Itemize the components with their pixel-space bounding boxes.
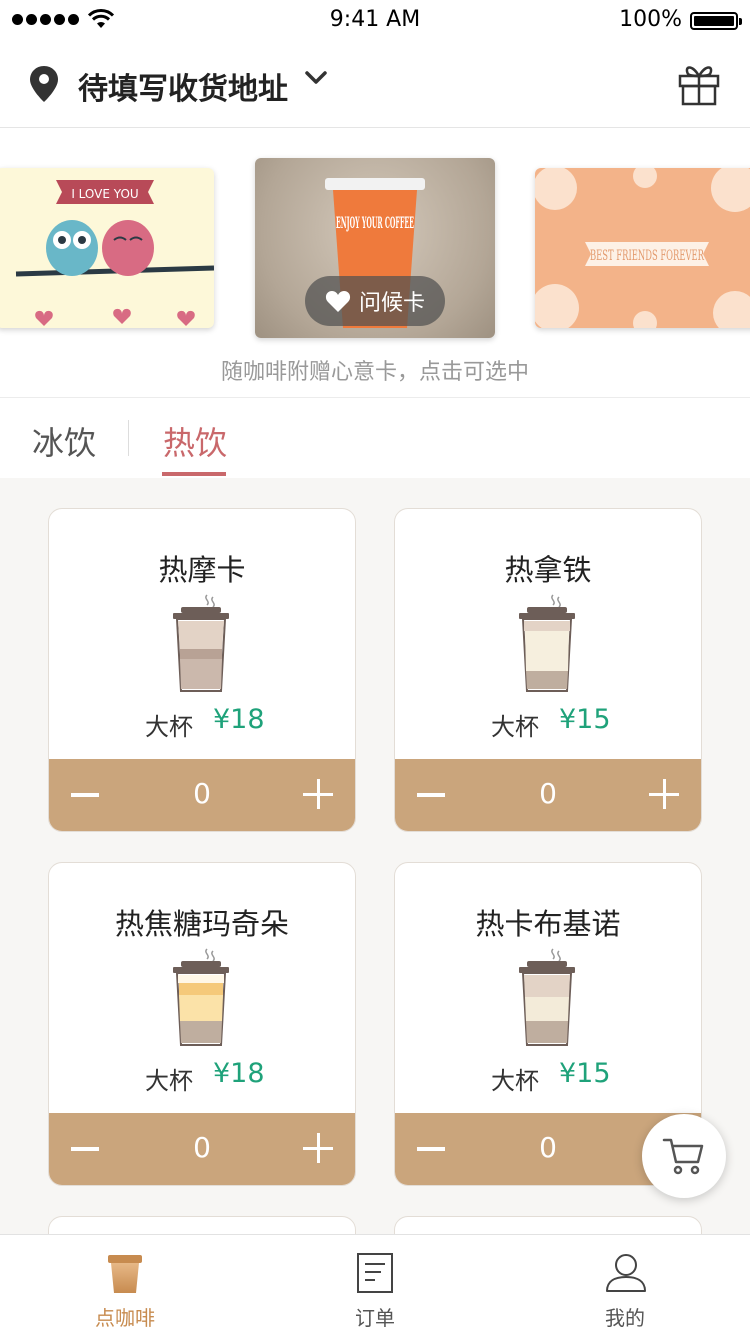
product-card[interactable]: 热摩卡 大杯 ¥18 0	[48, 508, 356, 832]
product-name: 热拿铁	[504, 553, 592, 587]
heart-icon	[325, 291, 351, 312]
product-name: 热焦糖玛奇朵	[114, 907, 289, 941]
drink-tabs: 冰饮 热饮	[0, 398, 750, 478]
order-list-icon	[357, 1253, 393, 1293]
friends-card-illustration: BEST FRIENDS FOREVER	[535, 168, 750, 328]
tabbar-label: 点咖啡	[95, 1306, 155, 1330]
bottom-tab-bar: 点咖啡 订单 我的	[0, 1234, 750, 1334]
greeting-card-owl[interactable]: I LOVE YOU	[0, 168, 214, 328]
greeting-card-coffee[interactable]: ENJOY YOUR COFFEE 问候卡	[255, 158, 495, 338]
shopping-cart-icon	[662, 1138, 704, 1175]
product-size: 大杯	[491, 713, 539, 741]
product-name: 热卡布基诺	[475, 907, 621, 941]
tab-hot-drinks[interactable]: 热饮	[163, 418, 227, 464]
cards-hint: 随咖啡附赠心意卡，点击可选中	[220, 360, 529, 385]
product-price: ¥18	[213, 1058, 265, 1089]
friends-card-text: BEST FRIENDS FOREVER	[590, 248, 704, 264]
battery-icon	[690, 12, 742, 30]
coffee-cup-icon	[173, 948, 229, 1046]
owl-card-text: I LOVE YOU	[71, 187, 138, 201]
quantity-stepper: 0	[49, 759, 355, 831]
tabbar-label: 我的	[605, 1306, 645, 1330]
product-card[interactable]: 热焦糖玛奇朵 大杯 ¥18 0	[48, 862, 356, 1186]
coffee-cup-icon	[173, 594, 229, 692]
gift-icon[interactable]	[678, 62, 720, 106]
tab-divider	[128, 420, 129, 456]
product-price: ¥15	[559, 704, 611, 735]
cart-button[interactable]	[642, 1114, 726, 1198]
address-header: 待填写收货地址	[0, 40, 750, 128]
increase-button[interactable]	[649, 779, 679, 809]
owl-card-illustration: I LOVE YOU	[15, 180, 214, 326]
greeting-card-badge-label: 问候卡	[358, 291, 425, 316]
product-price: ¥15	[559, 1058, 611, 1089]
tab-cold-drinks[interactable]: 冰饮	[32, 418, 96, 464]
coffee-cup-icon	[519, 948, 575, 1046]
quantity-stepper: 0	[49, 1113, 355, 1185]
address-selector[interactable]: 待填写收货地址	[78, 64, 288, 108]
coffee-cup-icon	[108, 1255, 142, 1293]
greeting-cards-carousel: I LOVE YOU ENJOY YOUR COFFEE 问候卡 BEST FR…	[0, 128, 750, 398]
coffee-card-text: ENJOY YOUR COFFEE	[336, 213, 414, 232]
product-size: 大杯	[145, 1067, 193, 1095]
product-size: 大杯	[145, 713, 193, 741]
tabbar-item-order-coffee[interactable]: 点咖啡	[0, 1235, 250, 1334]
coffee-cup-icon	[519, 594, 575, 692]
chevron-down-icon[interactable]	[304, 70, 328, 86]
increase-button[interactable]	[303, 779, 333, 809]
product-name: 热摩卡	[158, 553, 246, 587]
product-price: ¥18	[213, 704, 265, 735]
user-icon	[606, 1254, 646, 1292]
greeting-card-badge[interactable]: 问候卡	[305, 276, 445, 326]
tabbar-item-profile[interactable]: 我的	[500, 1235, 750, 1334]
greeting-card-friends[interactable]: BEST FRIENDS FOREVER	[535, 168, 750, 328]
product-size: 大杯	[491, 1067, 539, 1095]
increase-button[interactable]	[303, 1133, 333, 1163]
status-bar: 9:41 AM 100%	[0, 0, 750, 40]
location-pin-icon	[30, 66, 58, 102]
battery-percent: 100%	[619, 7, 682, 32]
quantity-stepper: 0	[395, 759, 701, 831]
product-card[interactable]: 热拿铁 大杯 ¥15 0	[394, 508, 702, 832]
tabbar-item-orders[interactable]: 订单	[250, 1235, 500, 1334]
tabbar-label: 订单	[355, 1306, 395, 1330]
tab-active-indicator	[162, 472, 226, 476]
